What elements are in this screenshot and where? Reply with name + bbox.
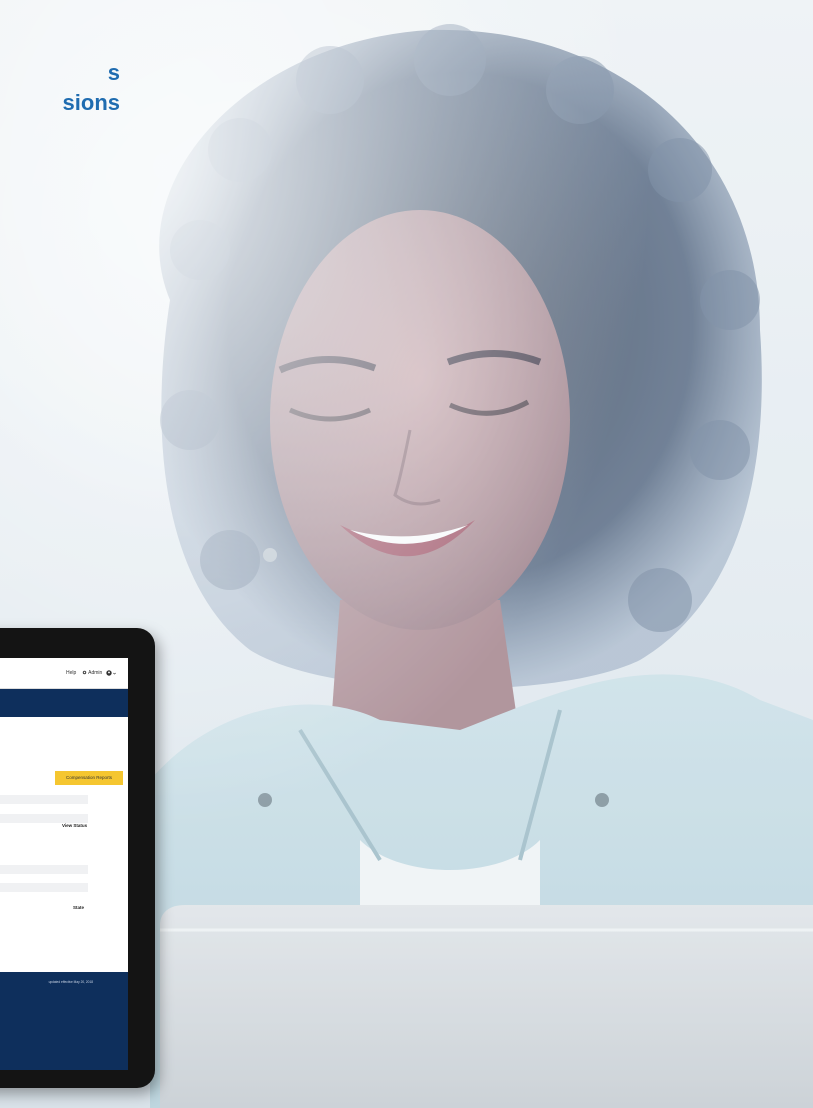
footer-notice: updated effective May 20, 2018 <box>48 980 93 984</box>
app-footer: updated effective May 20, 2018 <box>0 972 128 1070</box>
user-menu[interactable] <box>106 670 117 676</box>
app-top-bar: Help Admin <box>0 658 128 689</box>
headline-line-2: sions <box>62 90 120 115</box>
compensation-reports-button[interactable]: Compensation Reports <box>55 771 123 785</box>
table-row <box>0 883 88 892</box>
admin-label: Admin <box>88 670 103 676</box>
gear-icon <box>82 670 87 675</box>
chevron-down-icon <box>113 672 117 675</box>
table-row <box>0 814 88 823</box>
table-row <box>0 865 88 874</box>
app-nav-band <box>0 689 128 717</box>
tablet-screen: Help Admin Compensation Reports View Sta… <box>0 658 128 1070</box>
table-row <box>0 795 88 804</box>
app-content-panel: Compensation Reports View Status State <box>0 717 128 973</box>
admin-link[interactable]: Admin <box>82 670 102 676</box>
view-status-link[interactable]: View Status <box>62 823 87 828</box>
headline: s sions <box>0 58 120 118</box>
headline-line-1: s <box>107 60 120 85</box>
state-label: State <box>73 905 85 910</box>
user-circle-icon <box>106 670 112 676</box>
tablet-device: Help Admin Compensation Reports View Sta… <box>0 628 155 1088</box>
hero-image: s sions Help Admin Compensation Reports … <box>0 0 813 1108</box>
help-link[interactable]: Help <box>66 670 76 676</box>
